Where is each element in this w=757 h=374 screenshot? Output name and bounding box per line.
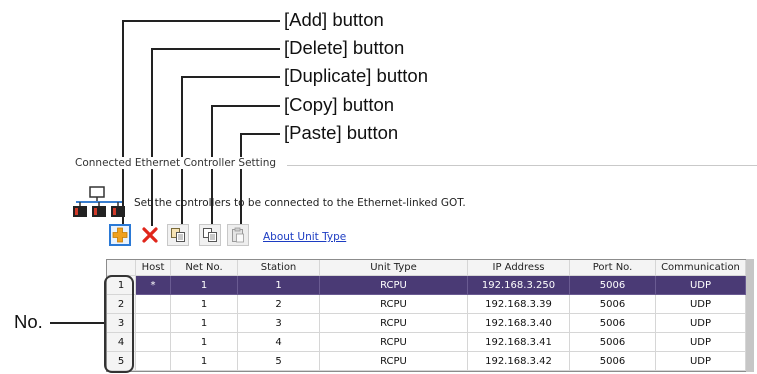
cell-station[interactable]: 2 [238, 295, 320, 314]
cell-host[interactable] [136, 333, 171, 352]
cell-communication[interactable]: UDP [656, 276, 746, 295]
header-net-no: Net No. [171, 260, 238, 276]
cell-net-no[interactable]: 1 [171, 276, 238, 295]
delete-leader-horizontal [151, 48, 280, 50]
cell-communication[interactable]: UDP [656, 333, 746, 352]
about-unit-type-link[interactable]: About Unit Type [263, 231, 346, 243]
header-ip-address: IP Address [468, 260, 570, 276]
duplicate-button-callout: [Duplicate] button [284, 65, 428, 86]
group-title: Connected Ethernet Controller Setting [73, 157, 279, 169]
copy-leader-horizontal [211, 105, 280, 107]
cell-ip-address[interactable]: 192.168.3.40 [468, 314, 570, 333]
header-no-corner [107, 260, 136, 276]
cell-ip-address[interactable]: 192.168.3.39 [468, 295, 570, 314]
header-communication: Communication [656, 260, 746, 276]
paste-icon [232, 227, 244, 243]
copy-button[interactable] [199, 224, 221, 246]
add-button[interactable] [109, 224, 131, 246]
no-column-callout: No. [14, 311, 43, 332]
cell-communication[interactable]: UDP [656, 352, 746, 371]
cell-port-no[interactable]: 5006 [570, 295, 656, 314]
cell-unit-type[interactable]: RCPU [320, 314, 468, 333]
manual-figure: [Add] button [Delete] button [Duplicate]… [0, 0, 757, 374]
delete-button[interactable] [139, 224, 161, 246]
cell-host[interactable] [136, 352, 171, 371]
cell-station[interactable]: 1 [238, 276, 320, 295]
cell-host[interactable] [136, 314, 171, 333]
cell-station[interactable]: 4 [238, 333, 320, 352]
cell-net-no[interactable]: 1 [171, 333, 238, 352]
add-icon [112, 227, 128, 243]
cell-unit-type[interactable]: RCPU [320, 295, 468, 314]
paste-leader-horizontal [240, 133, 280, 135]
duplicate-button[interactable] [167, 224, 189, 246]
ethernet-network-icon [72, 186, 128, 218]
duplicate-leader-horizontal [181, 76, 280, 78]
cell-port-no[interactable]: 5006 [570, 276, 656, 295]
header-port-no: Port No. [570, 260, 656, 276]
cell-host[interactable]: * [136, 276, 171, 295]
copy-icon [203, 228, 217, 242]
cell-station[interactable]: 3 [238, 314, 320, 333]
cell-port-no[interactable]: 5006 [570, 352, 656, 371]
cell-host[interactable] [136, 295, 171, 314]
paste-button[interactable] [227, 224, 249, 246]
delete-icon [142, 227, 158, 243]
cell-unit-type[interactable]: RCPU [320, 333, 468, 352]
group-divider [287, 165, 757, 166]
header-unit-type: Unit Type [320, 260, 468, 276]
cell-unit-type[interactable]: RCPU [320, 276, 468, 295]
delete-button-callout: [Delete] button [284, 37, 405, 58]
add-leader-horizontal [122, 20, 280, 22]
cell-port-no[interactable]: 5006 [570, 333, 656, 352]
cell-communication[interactable]: UDP [656, 295, 746, 314]
cell-ip-address[interactable]: 192.168.3.42 [468, 352, 570, 371]
header-station: Station [238, 260, 320, 276]
cell-ip-address[interactable]: 192.168.3.250 [468, 276, 570, 295]
duplicate-icon [171, 228, 185, 242]
add-button-callout: [Add] button [284, 9, 384, 30]
description-text: Set the controllers to be connected to t… [134, 197, 466, 209]
cell-net-no[interactable]: 1 [171, 314, 238, 333]
copy-button-callout: [Copy] button [284, 94, 395, 115]
cell-ip-address[interactable]: 192.168.3.41 [468, 333, 570, 352]
no-column-highlight [104, 275, 134, 373]
header-host: Host [136, 260, 171, 276]
paste-button-callout: [Paste] button [284, 122, 399, 143]
cell-port-no[interactable]: 5006 [570, 314, 656, 333]
cell-net-no[interactable]: 1 [171, 295, 238, 314]
cell-station[interactable]: 5 [238, 352, 320, 371]
cell-communication[interactable]: UDP [656, 314, 746, 333]
cell-net-no[interactable]: 1 [171, 352, 238, 371]
cell-unit-type[interactable]: RCPU [320, 352, 468, 371]
vertical-scrollbar[interactable] [746, 259, 754, 372]
